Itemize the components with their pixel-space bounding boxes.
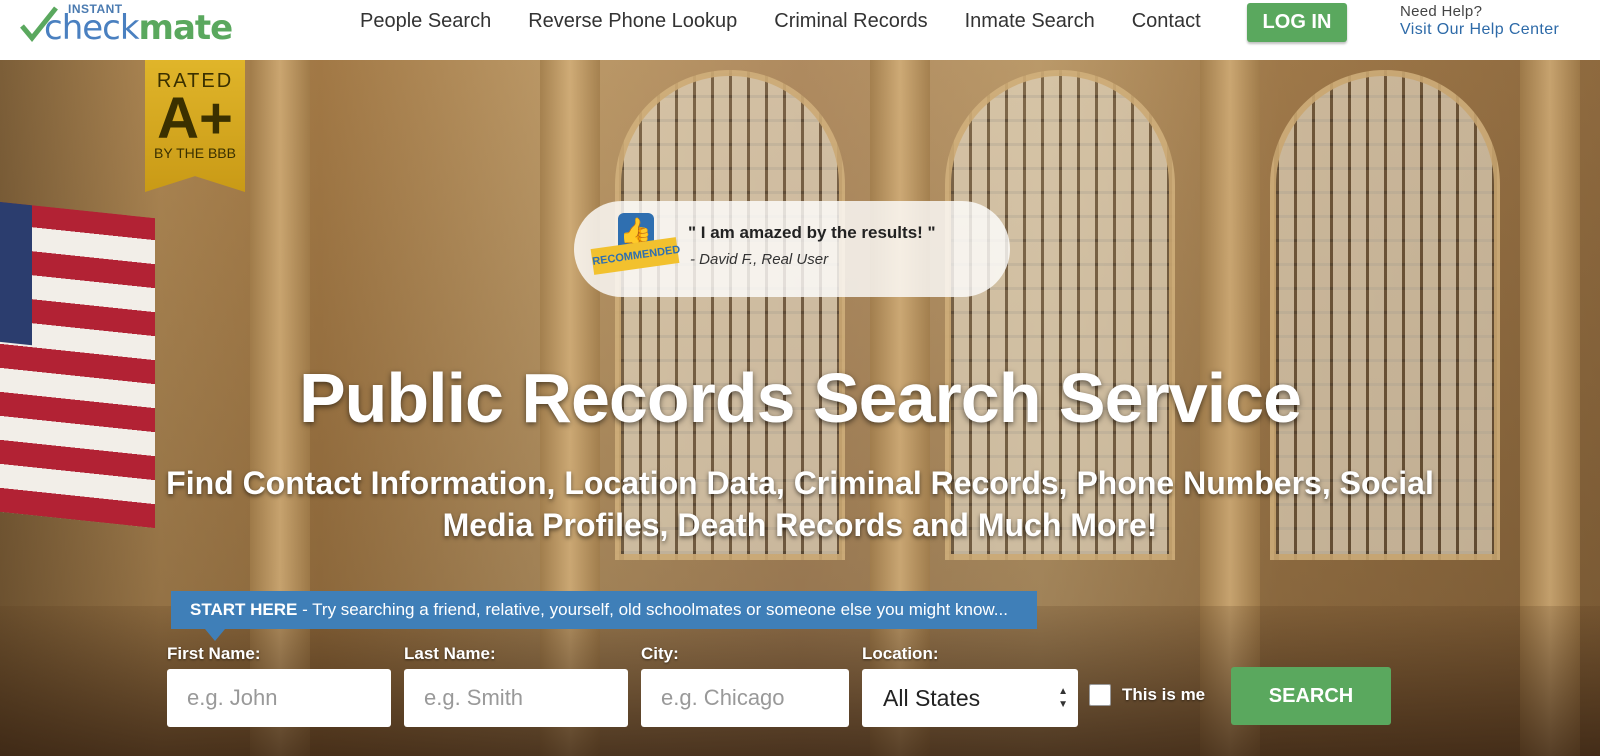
- logo-wordmark: checkmate: [44, 8, 233, 48]
- nav-criminal-records[interactable]: Criminal Records: [774, 10, 927, 36]
- instant-checkmate-logo[interactable]: INSTANT checkmate: [18, 2, 233, 52]
- last-name-input[interactable]: [404, 669, 628, 727]
- testimonial-bubble: 👍 RECOMMENDED " I am amazed by the resul…: [574, 201, 1010, 297]
- this-is-me-checkbox[interactable]: [1089, 684, 1111, 706]
- badge-bbb-text: BY THE BBB: [154, 145, 236, 161]
- tip-lead: START HERE: [190, 600, 298, 619]
- login-button[interactable]: LOG IN: [1247, 3, 1347, 42]
- nav-inmate-search[interactable]: Inmate Search: [965, 10, 1095, 36]
- testimonial-quote: " I am amazed by the results! ": [688, 223, 936, 242]
- recommended-badge: 👍 RECOMMENDED: [590, 213, 681, 285]
- main-nav: People Search Reverse Phone Lookup Crimi…: [360, 10, 1238, 36]
- site-header: INSTANT checkmate People Search Reverse …: [0, 0, 1600, 60]
- nav-reverse-phone-lookup[interactable]: Reverse Phone Lookup: [528, 10, 737, 36]
- nav-contact[interactable]: Contact: [1132, 10, 1201, 36]
- bbb-rating-badge: RATED A+ BY THE BBB: [145, 60, 245, 192]
- hero-subtitle: Find Contact Information, Location Data,…: [166, 465, 1434, 543]
- search-button[interactable]: SEARCH: [1231, 667, 1391, 725]
- hero-section: RATED A+ BY THE BBB 👍 RECOMMENDED " I am…: [0, 60, 1600, 756]
- hero-title: Public Records Search Service: [298, 359, 1302, 437]
- select-arrows-icon: ▲ ▼: [1058, 686, 1068, 710]
- nav-people-search[interactable]: People Search: [360, 10, 491, 36]
- this-is-me-label[interactable]: This is me: [1122, 685, 1205, 705]
- location-value: All States: [883, 685, 981, 711]
- recommended-ribbon: RECOMMENDED: [590, 237, 681, 275]
- location-label: Location:: [862, 644, 939, 663]
- location-select[interactable]: All States ▲ ▼: [862, 669, 1078, 727]
- last-name-label: Last Name:: [404, 644, 496, 663]
- testimonial-author: - David F., Real User: [690, 251, 829, 268]
- badge-grade: A+: [157, 86, 233, 151]
- city-input[interactable]: [641, 669, 849, 727]
- first-name-input[interactable]: [167, 669, 391, 727]
- help-question: Need Help?: [1400, 3, 1483, 20]
- first-name-label: First Name:: [167, 644, 261, 663]
- help-center-link[interactable]: Visit Our Help Center: [1400, 21, 1559, 39]
- start-here-tip: START HERE - Try searching a friend, rel…: [171, 591, 1037, 641]
- help-block: Need Help? Visit Our Help Center: [1400, 3, 1559, 39]
- tip-text: - Try searching a friend, relative, your…: [297, 600, 1008, 619]
- city-label: City:: [641, 644, 679, 663]
